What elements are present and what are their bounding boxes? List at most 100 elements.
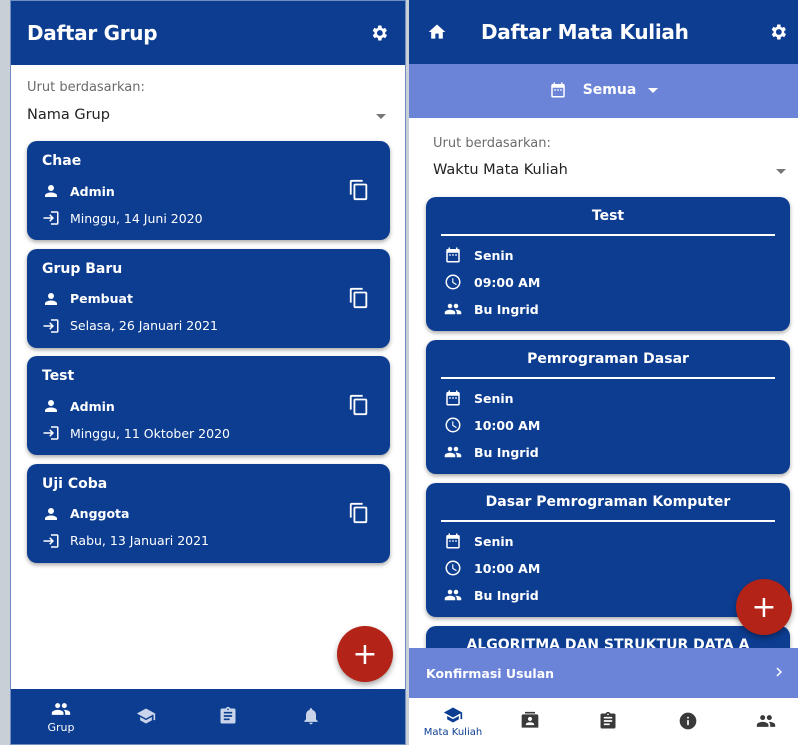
course-day: Senin [474, 390, 514, 406]
calendar-icon [446, 390, 460, 406]
add-course-button[interactable]: + [736, 579, 792, 635]
course-time: 09:00 AM [474, 274, 541, 290]
course-day-row: Senin [444, 531, 514, 551]
group-joined-row: Selasa, 26 Januari 2021 [42, 316, 218, 336]
clock-icon [445, 417, 461, 433]
nav-item-school[interactable] [116, 689, 176, 744]
login-icon [43, 533, 59, 548]
school-icon [136, 708, 156, 723]
group-role: Pembuat [70, 291, 133, 306]
dropdown-arrow-icon[interactable] [376, 114, 386, 119]
course-time: 10:00 AM [474, 560, 541, 576]
people-icon [444, 589, 462, 601]
nav-item-bell[interactable] [281, 689, 341, 744]
day-filter-bar: Semua [409, 64, 798, 118]
copy-icon [349, 502, 368, 523]
course-day-row: Senin [444, 245, 514, 265]
sort-label: Urut berdasarkan: [433, 136, 551, 151]
divider [441, 377, 775, 379]
sort-label: Urut berdasarkan: [27, 80, 145, 95]
course-time-row: 09:00 AM [444, 272, 540, 292]
group-card[interactable]: Test Admin Minggu, 11 Oktober 2020 [27, 356, 390, 455]
nav-item-contact-card[interactable] [500, 698, 560, 745]
nav-label: Mata Kuliah [423, 727, 483, 738]
clock-icon [445, 274, 461, 290]
sort-dropdown[interactable]: Nama Grup [27, 107, 110, 123]
course-day: Senin [474, 533, 514, 549]
day-filter-dropdown[interactable]: Semua [409, 81, 798, 99]
calendar-icon [446, 533, 460, 549]
course-card[interactable]: Dasar Pemrograman Komputer Senin 10:00 AM B… [426, 483, 790, 617]
copy-icon [349, 287, 368, 308]
group-role: Admin [70, 183, 115, 199]
group-role-row: Admin [42, 396, 115, 416]
chevron-right-icon [770, 663, 788, 681]
dropdown-arrow-icon[interactable] [776, 169, 786, 174]
add-group-button[interactable]: + [337, 626, 393, 682]
nav-item-clipboard[interactable] [198, 689, 258, 744]
course-lecturer: Bu Ingrid [474, 301, 539, 317]
group-role: Admin [70, 398, 115, 414]
group-role-row: Admin [42, 181, 115, 201]
course-day-row: Senin [444, 388, 514, 408]
course-card[interactable]: Pemrograman Dasar Senin 10:00 AM Bu Ingrid [426, 340, 790, 474]
people-icon [51, 703, 71, 715]
caret-down-icon [648, 87, 659, 93]
nav-item-people[interactable]: Grup [31, 689, 91, 744]
group-card[interactable]: Chae Admin Minggu, 14 Juni 2020 [27, 141, 390, 240]
bottom-nav: Mata Kuliah [409, 698, 798, 745]
group-joined-date: Minggu, 11 Oktober 2020 [70, 425, 230, 441]
login-icon [43, 318, 59, 333]
sort-dropdown[interactable]: Waktu Mata Kuliah [433, 162, 568, 178]
copy-button[interactable] [348, 287, 370, 309]
copy-icon [349, 179, 368, 201]
copy-button[interactable] [348, 394, 370, 416]
clipboard-icon [600, 711, 616, 728]
school-icon [443, 707, 463, 723]
group-card[interactable]: Uji Coba Anggota Rabu, 13 Januari 2021 [27, 463, 390, 563]
home-button[interactable] [427, 22, 447, 42]
course-card[interactable]: Test Senin 09:00 AM Bu Ingrid [426, 197, 790, 331]
group-role: Anggota [70, 506, 130, 521]
calendar-icon [446, 247, 460, 263]
people-icon [444, 303, 462, 315]
nav-item-people[interactable] [736, 698, 796, 745]
course-title: Pemrograman Dasar [527, 351, 689, 367]
course-lecturer: Bu Ingrid [474, 587, 539, 603]
nav-item-school[interactable]: Mata Kuliah [423, 698, 483, 745]
gear-icon [372, 25, 387, 41]
course-lecturer-row: Bu Ingrid [444, 299, 539, 319]
group-joined-row: Rabu, 13 Januari 2021 [42, 531, 209, 551]
course-title: Dasar Pemrograman Komputer [485, 494, 731, 510]
group-name: Grup Baru [42, 260, 123, 277]
group-card[interactable]: Grup Baru Pembuat Selasa, 26 Januari 2021 [27, 248, 390, 348]
settings-button[interactable] [768, 22, 788, 42]
group-joined-date: Selasa, 26 Januari 2021 [70, 318, 219, 333]
divider [441, 234, 775, 236]
nav-item-clipboard[interactable] [578, 698, 638, 745]
group-joined-row: Minggu, 11 Oktober 2020 [42, 423, 230, 443]
person-icon [45, 400, 57, 412]
group-name: Test [42, 368, 75, 384]
copy-button[interactable] [348, 179, 370, 201]
copy-button[interactable] [348, 502, 370, 524]
app-bar: Daftar Grup [11, 1, 405, 65]
group-role-row: Pembuat [42, 289, 133, 309]
course-time-row: 10:00 AM [444, 558, 540, 578]
group-joined-date: Rabu, 13 Januari 2021 [70, 533, 210, 548]
people-icon [756, 714, 776, 727]
divider [441, 520, 775, 522]
day-filter-label: Semua [582, 82, 637, 98]
course-day: Senin [474, 247, 514, 263]
confirm-proposal-bar[interactable]: Konfirmasi Usulan [409, 648, 798, 698]
course-time: 10:00 AM [474, 417, 541, 433]
page-title: Daftar Mata Kuliah [481, 20, 689, 44]
bell-icon [304, 707, 318, 724]
settings-button[interactable] [369, 23, 389, 43]
group-role-row: Anggota [42, 504, 129, 524]
contact-card-icon [521, 711, 539, 728]
nav-item-info[interactable] [658, 698, 718, 745]
home-icon [428, 24, 446, 39]
page-title: Daftar Grup [27, 21, 158, 45]
group-joined-date: Minggu, 14 Juni 2020 [70, 210, 203, 226]
